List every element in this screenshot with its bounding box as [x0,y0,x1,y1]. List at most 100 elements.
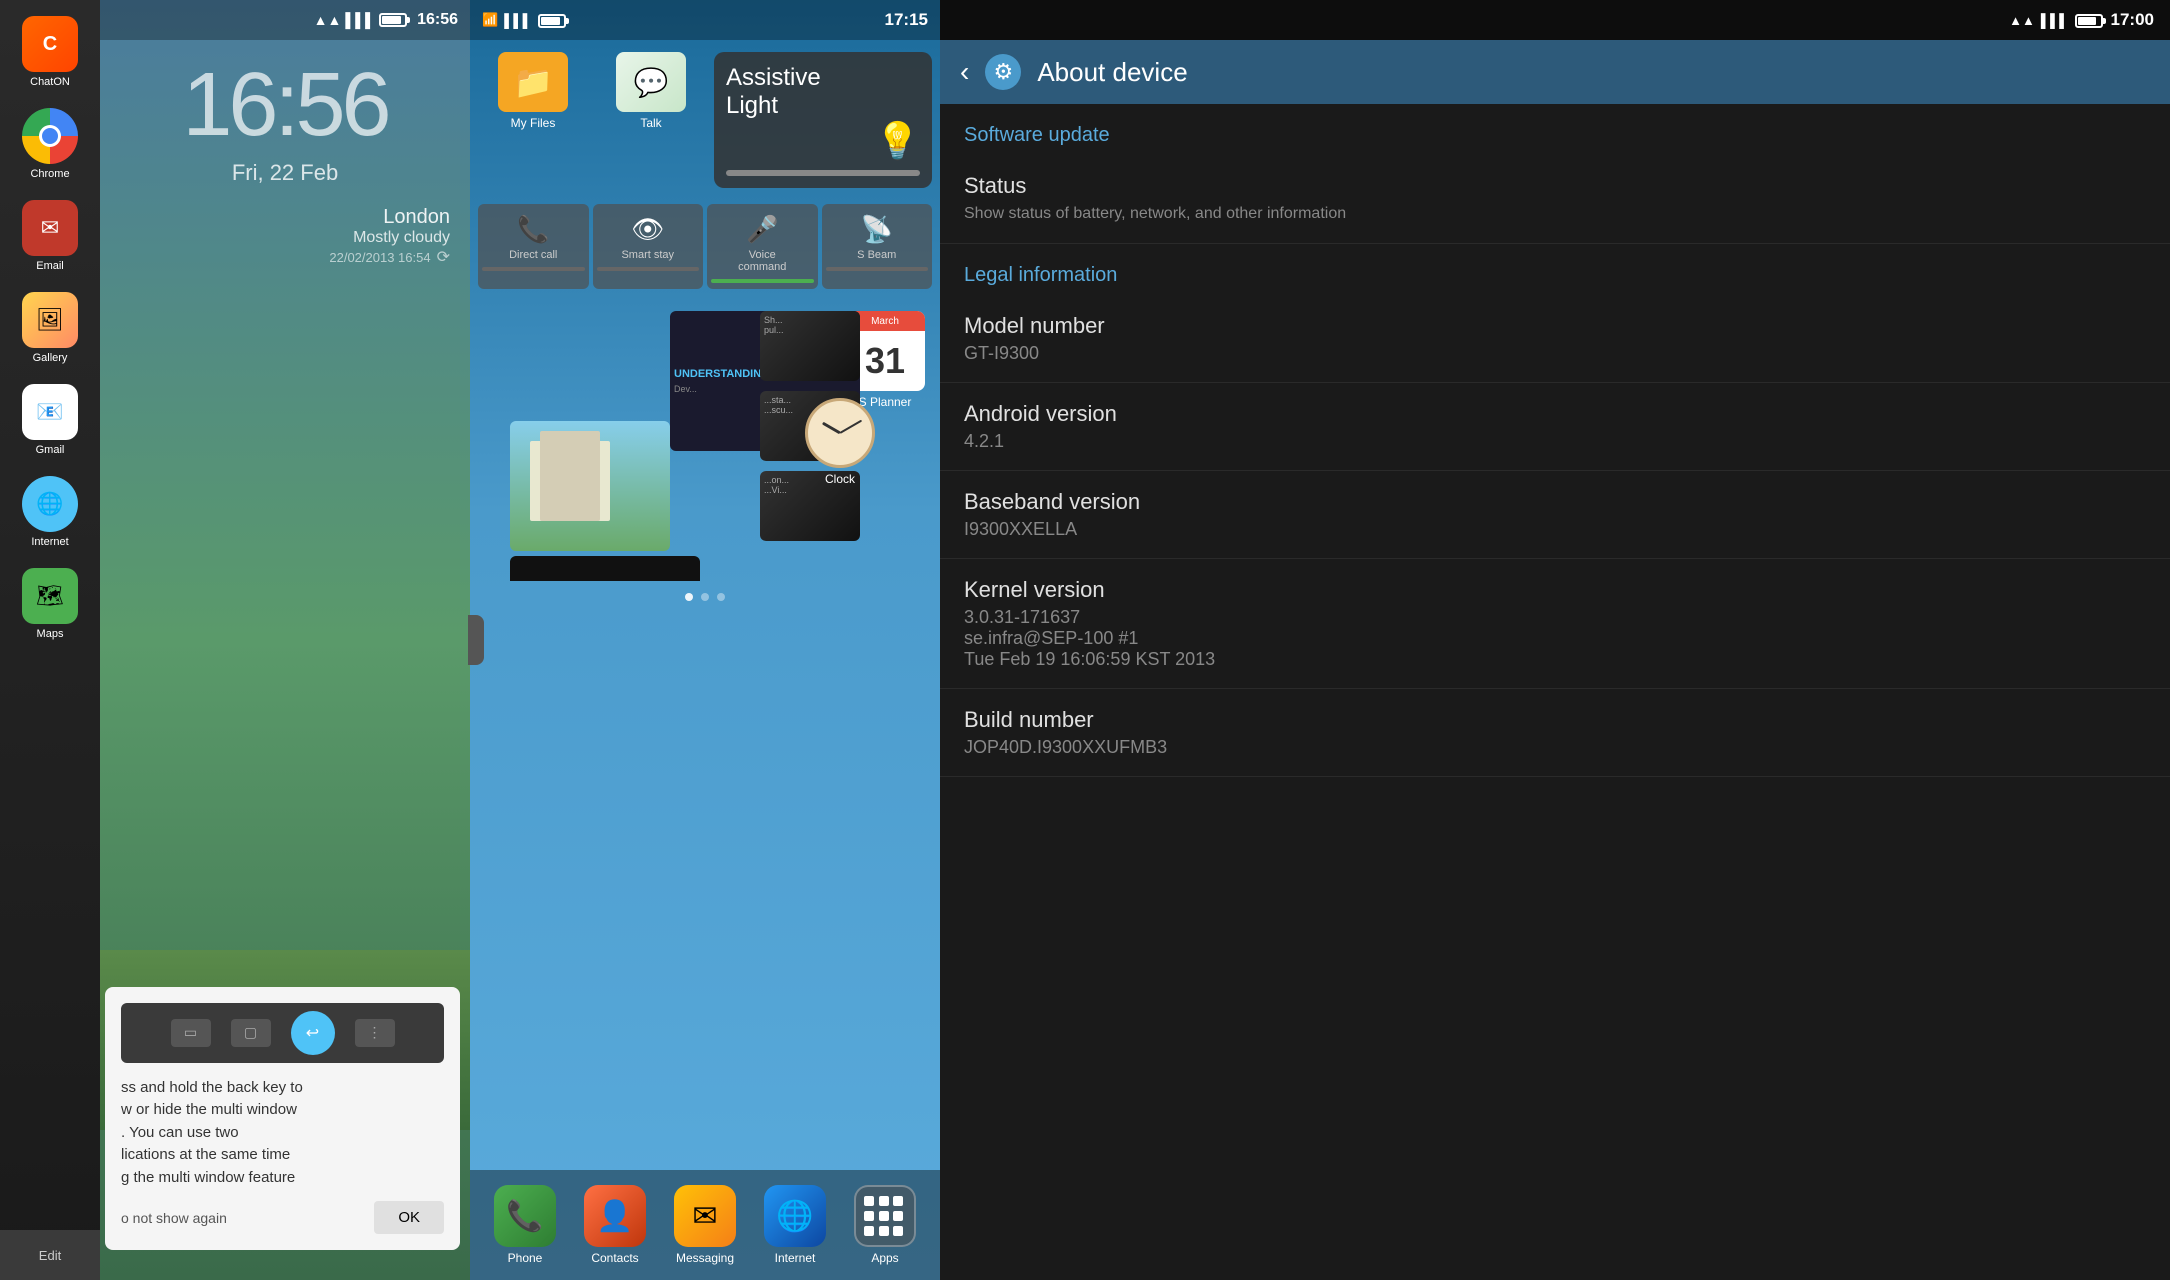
lockscreen-location: London [100,206,470,229]
edit-button[interactable]: Edit [0,1230,100,1280]
clock-widget[interactable]: Clock [800,398,880,486]
checkbox-label: o not show again [121,1210,227,1226]
smart-stay-icon: 👁 [631,214,664,245]
app-thumbnail-dark1[interactable]: Sh...pul... [760,311,860,381]
panel1-lockscreen: C ChatON Chrome ✉ Email 🖼 Gallery [0,0,470,1280]
dock-messaging[interactable]: ✉ Messaging [674,1185,736,1265]
page-dot-1[interactable] [685,593,693,601]
voice-command-icon: 🎤 [746,214,778,245]
gmail-label: Gmail [36,444,65,456]
sbeam-btn[interactable]: 📡 S Beam [822,204,933,289]
baseband-version-item[interactable]: Baseband version I9300XXELLA [940,471,2170,559]
clock-face [805,398,875,468]
sidebar-item-chrome[interactable]: Chrome [5,102,95,186]
battery-icon [379,11,407,29]
about-wifi-icon: ▲▲ [2009,13,2035,28]
software-update-item[interactable]: Software update [940,104,2170,155]
p2-statusbar-time: 17:15 [885,10,928,30]
email-icon: ✉ [22,200,78,256]
p2-wifi-icon: 📶 [482,12,498,28]
model-number-value: GT-I9300 [964,343,2146,364]
android-version-item[interactable]: Android version 4.2.1 [940,383,2170,471]
clock-hand-min [840,420,863,434]
model-number-item[interactable]: Model number GT-I9300 [940,295,2170,383]
kernel-version-value: 3.0.31-171637 se.infra@SEP-100 #1 Tue Fe… [964,607,2146,670]
dock-internet-label: Internet [775,1251,816,1265]
about-signal-icon: ▌▌▌ [2041,13,2069,28]
dock-phone[interactable]: 📞 Phone [494,1185,556,1265]
home-btn[interactable]: ▢ [231,1019,271,1047]
app-thumbnail-building[interactable] [510,421,670,551]
quick-settings-bar: 📞 Direct call 👁 Smart stay 🎤 Voicecomman… [470,196,940,297]
phone-icon: 📞 [494,1185,556,1247]
direct-call-bar [482,267,585,271]
page-dot-3[interactable] [717,593,725,601]
refresh-icon: ⟳ [437,247,450,267]
baseband-version-value: I9300XXELLA [964,519,2146,540]
internet-icon: 🌐 [22,476,78,532]
sidebar-item-gallery[interactable]: 🖼 Gallery [5,286,95,370]
back-button[interactable]: ‹ [960,56,969,88]
page-dot-2[interactable] [701,593,709,601]
voice-command-btn[interactable]: 🎤 Voicecommand [707,204,818,289]
maps-icon: 🗺 [22,568,78,624]
sbeam-bar [826,267,929,271]
menu-btn[interactable]: ⋮ [355,1019,395,1047]
smart-stay-btn[interactable]: 👁 Smart stay [593,204,704,289]
gmail-icon: 📧 [22,384,78,440]
sidebar-handle[interactable] [468,615,484,665]
sidebar-item-gmail[interactable]: 📧 Gmail [5,378,95,462]
kernel-version-item[interactable]: Kernel version 3.0.31-171637 se.infra@SE… [940,559,2170,689]
page-indicator [470,585,940,609]
about-battery-icon [2075,10,2103,30]
talk-label: Talk [640,116,661,130]
maps-label: Maps [37,628,64,640]
direct-call-label: Direct call [509,249,557,261]
apps-grid-icon [854,1185,916,1247]
p2-battery-icon [538,12,566,28]
sidebar-item-chaton[interactable]: C ChatON [5,10,95,94]
myfiles-label: My Files [511,116,556,130]
dock-apps[interactable]: Apps [854,1185,916,1265]
dock-internet[interactable]: 🌐 Internet [764,1185,826,1265]
app-thumbnail-youtube[interactable]: YouTube Harlem Shake (...from Most Popu.… [510,556,700,581]
assistive-light-widget[interactable]: AssistiveLight 💡 [714,52,932,188]
talk-icon: 💬 [616,52,686,112]
baseband-version-title: Baseband version [964,489,2146,515]
build-number-value: JOP40D.I9300XXUFMB3 [964,737,2146,758]
panel2-homescreen: 📶 ▌▌▌ 17:15 📁 My Files 💬 Talk AssistiveL… [470,0,940,1280]
gallery-icon: 🖼 [22,292,78,348]
legal-information-item[interactable]: Legal information [940,244,2170,295]
myfiles-icon: 📁 [498,52,568,112]
about-statusbar: ▲▲ ▌▌▌ 17:00 [940,0,2170,40]
back-btn-nav[interactable]: ↩ [291,1011,335,1055]
build-number-item[interactable]: Build number JOP40D.I9300XXUFMB3 [940,689,2170,777]
talk-widget[interactable]: 💬 Talk [596,52,706,188]
contacts-icon: 👤 [584,1185,646,1247]
edit-label: Edit [39,1248,61,1263]
app-dock: 📞 Phone 👤 Contacts ✉ Messaging 🌐 Interne… [470,1170,940,1280]
about-statusbar-time: 17:00 [2111,10,2154,30]
lockscreen-statusbar: ▲▲ ▌▌▌ 16:56 [100,0,470,40]
p2-status-icons: 📶 ▌▌▌ [482,12,566,28]
multiwindow-dialog: ▭ ▢ ↩ ⋮ ss and hold the back key tow or … [105,987,460,1251]
myfiles-widget[interactable]: 📁 My Files [478,52,588,188]
gallery-label: Gallery [33,352,68,364]
assistive-title: AssistiveLight [726,64,920,120]
recent-apps-btn[interactable]: ▭ [171,1019,211,1047]
email-label: Email [36,260,64,272]
ok-button[interactable]: OK [374,1201,444,1234]
dock-contacts[interactable]: 👤 Contacts [584,1185,646,1265]
sidebar-item-maps[interactable]: 🗺 Maps [5,562,95,646]
lock-screen: ▲▲ ▌▌▌ 16:56 16:56 Fri, 22 Feb London Mo… [100,0,470,1280]
dock-internet-icon: 🌐 [764,1185,826,1247]
direct-call-btn[interactable]: 📞 Direct call [478,204,589,289]
wifi-icon: ▲▲ [314,12,342,28]
lockscreen-clock: 16:56 [100,60,470,150]
status-item[interactable]: Status Show status of battery, network, … [940,155,2170,244]
sidebar-item-email[interactable]: ✉ Email [5,194,95,278]
signal-icon: ▌▌▌ [345,12,375,28]
status-title: Status [964,173,2146,199]
sidebar-item-internet[interactable]: 🌐 Internet [5,470,95,554]
android-version-value: 4.2.1 [964,431,2146,452]
